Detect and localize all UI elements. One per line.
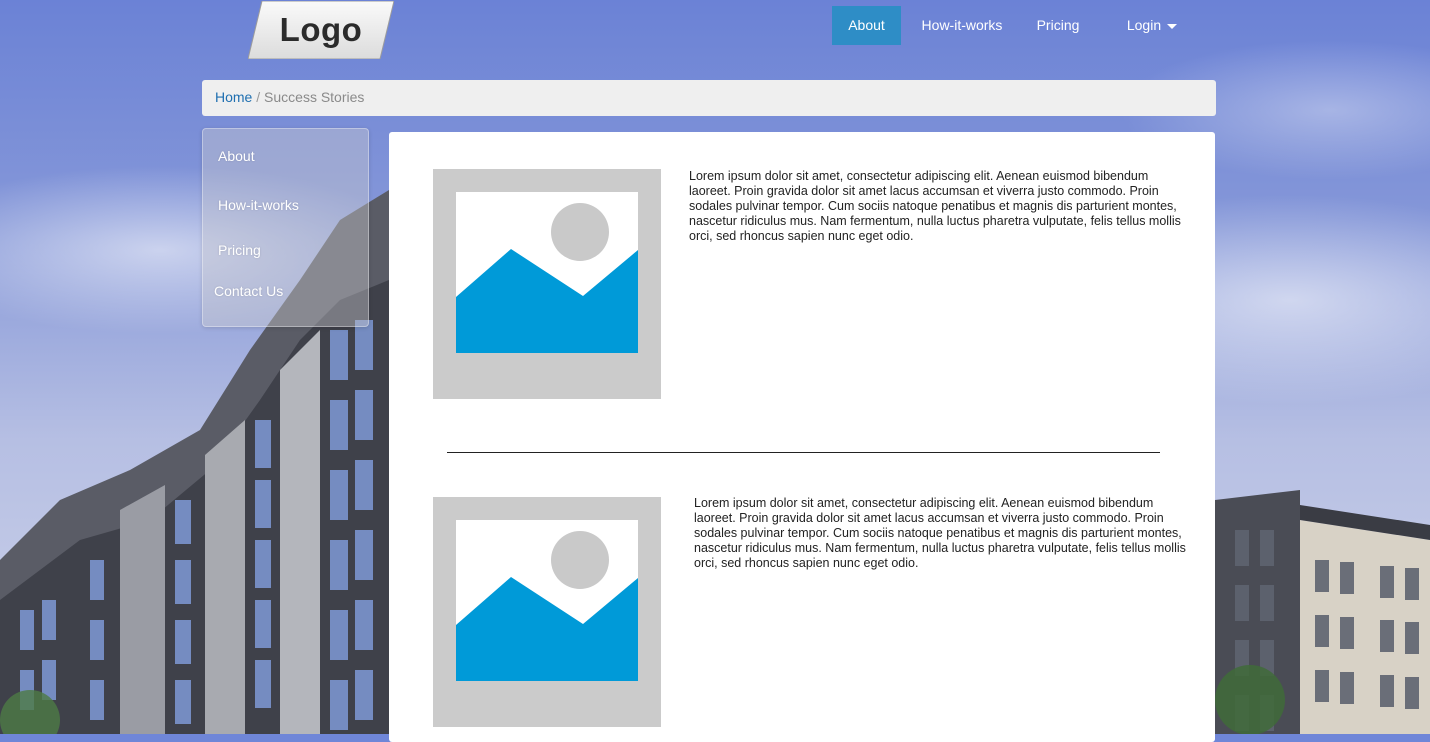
nav-login-label: Login <box>1126 17 1162 33</box>
breadcrumb-separator: / <box>256 89 261 105</box>
story-text-2: Lorem ipsum dolor sit amet, consectetur … <box>694 496 1186 570</box>
caret-down-icon <box>1167 23 1178 29</box>
story-divider <box>447 452 1160 453</box>
breadcrumb-home-link[interactable]: Home <box>215 89 252 105</box>
sidebar-item-how-it-works[interactable]: How-it-works <box>218 197 299 213</box>
sidebar-item-pricing[interactable]: Pricing <box>218 242 261 258</box>
story-text-1: Lorem ipsum dolor sit amet, consectetur … <box>689 169 1181 243</box>
nav-pricing[interactable]: Pricing <box>1026 6 1090 45</box>
story-image-2 <box>433 497 661 727</box>
nav-pricing-label: Pricing <box>1036 17 1080 33</box>
nav-how-it-works[interactable]: How-it-works <box>912 6 1012 45</box>
sidebar: About How-it-works Pricing Contact Us <box>202 128 369 327</box>
logo-text: Logo <box>279 11 363 48</box>
breadcrumb: Home / Success Stories <box>202 80 1216 116</box>
sidebar-item-about[interactable]: About <box>218 148 255 164</box>
success-stories-content: Lorem ipsum dolor sit amet, consectetur … <box>389 132 1215 742</box>
breadcrumb-current: Success Stories <box>264 89 365 105</box>
nav-about-label: About <box>848 17 885 33</box>
image-placeholder-icon <box>456 192 638 353</box>
image-placeholder-icon <box>456 520 638 681</box>
nav-login-dropdown[interactable]: Login <box>1116 6 1188 45</box>
story-image-1 <box>433 169 661 399</box>
sidebar-item-contact-us[interactable]: Contact Us <box>214 283 283 299</box>
nav-about[interactable]: About <box>832 6 901 45</box>
nav-how-it-works-label: How-it-works <box>921 17 1003 33</box>
logo[interactable]: Logo <box>248 1 394 59</box>
